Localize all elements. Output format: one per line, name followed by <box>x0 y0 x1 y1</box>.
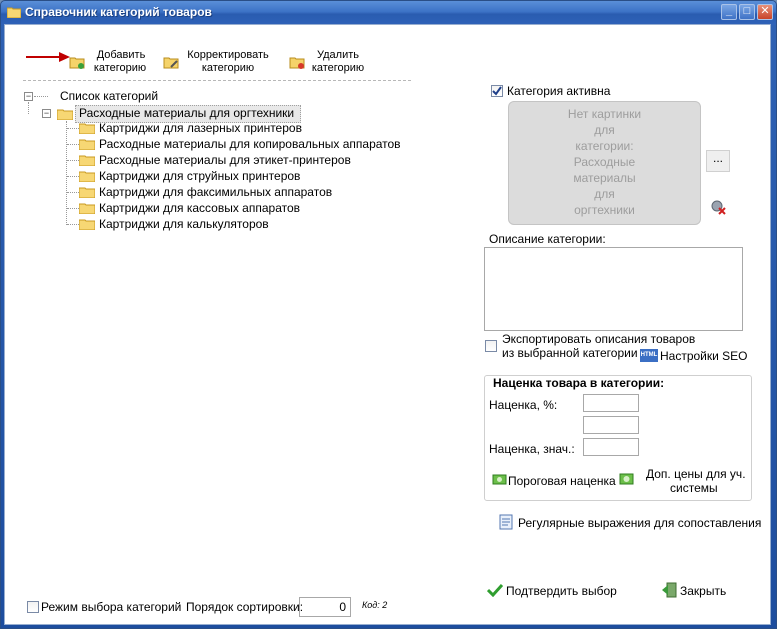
delete-category-button[interactable]: Удалить категорию <box>287 49 371 77</box>
image-text-line: Расходные <box>573 155 636 169</box>
tree-item-label[interactable]: Картриджи для факсимильных аппаратов <box>99 185 332 199</box>
delete-image-icon[interactable] <box>710 199 726 215</box>
extra-prices-label-2: системы <box>670 481 718 495</box>
checkmark-icon <box>492 86 502 96</box>
export-descriptions-label-1: Экспортировать описания товаров <box>502 332 696 346</box>
close-label: Закрыть <box>680 584 727 598</box>
add-category-label-1: Добавить <box>96 49 146 61</box>
folder-delete-icon <box>289 57 305 69</box>
category-image-placeholder[interactable]: Нет картинки для категории: Расходные ма… <box>508 101 701 225</box>
folder-icon <box>79 139 95 150</box>
threshold-markup-label: Пороговая наценка <box>508 474 616 488</box>
tree-connector <box>67 192 79 193</box>
markup-percent-input-2[interactable] <box>583 416 639 434</box>
delete-category-label-1: Удалить <box>317 49 359 61</box>
folder-icon <box>79 203 95 214</box>
tree-connector <box>67 128 79 129</box>
tree-collapse-parent[interactable]: − <box>42 109 51 118</box>
money-icon <box>492 474 507 485</box>
category-active-checkbox[interactable] <box>491 85 503 97</box>
folder-icon <box>79 123 95 134</box>
regex-label: Регулярные выражения для сопоставления <box>518 516 762 530</box>
image-text-line: оргтехники <box>574 203 635 217</box>
image-text-line: материалы <box>573 171 636 185</box>
image-text-line: Нет картинки <box>567 107 642 121</box>
tree-connector <box>67 160 79 161</box>
delete-category-label-2: категорию <box>311 62 365 74</box>
edit-category-label-1: Корректировать <box>187 49 269 61</box>
tree-connector <box>28 102 29 114</box>
tree-connector <box>66 121 67 225</box>
folder-icon <box>79 219 95 230</box>
edit-category-button[interactable]: Корректировать категорию <box>161 49 277 77</box>
tree-connector <box>67 224 79 225</box>
export-descriptions-label-2: из выбранной категории <box>502 346 638 360</box>
arrow-icon <box>26 52 70 62</box>
regex-icon <box>499 514 513 530</box>
markup-value-label: Наценка, знач.: <box>489 442 575 456</box>
title-bar[interactable]: Справочник категорий товаров _ □ ✕ <box>1 1 776 25</box>
check-icon <box>487 583 503 597</box>
window-title: Справочник категорий товаров <box>25 5 212 19</box>
prices-icon <box>619 473 634 485</box>
tree-item-label[interactable]: Расходные материалы для этикет-принтеров <box>99 153 351 167</box>
tree-connector <box>67 144 79 145</box>
image-text-line: для <box>594 123 615 137</box>
tree-item-parent-label[interactable]: Расходные материалы для оргтехники <box>79 106 294 120</box>
image-text-line: для <box>594 187 615 201</box>
folder-add-icon <box>69 57 85 69</box>
extra-prices-label-1: Доп. цены для уч. <box>646 467 746 481</box>
browse-image-button[interactable]: ... <box>706 150 730 172</box>
tree-item-label[interactable]: Картриджи для кассовых аппаратов <box>99 201 300 215</box>
export-descriptions-checkbox[interactable] <box>485 340 497 352</box>
folder-icon <box>57 109 73 120</box>
maximize-button[interactable]: □ <box>739 4 755 20</box>
category-active-label: Категория активна <box>507 84 611 98</box>
folder-icon <box>7 7 21 18</box>
minimize-button[interactable]: _ <box>721 4 737 20</box>
add-category-label-2: категорию <box>93 62 147 74</box>
tree-collapse-root[interactable]: − <box>24 92 33 101</box>
description-label: Описание категории: <box>489 232 606 246</box>
confirm-label: Подтвердить выбор <box>506 584 617 598</box>
tree-root-label[interactable]: Список категорий <box>60 89 158 103</box>
add-category-button[interactable]: Добавить категорию <box>67 49 157 77</box>
description-textarea[interactable] <box>484 247 743 331</box>
sort-order-label: Порядок сортировки: <box>186 600 304 614</box>
folder-icon <box>79 187 95 198</box>
sort-order-input[interactable]: 0 <box>299 597 351 617</box>
tree-item-label[interactable]: Картриджи для струйных принтеров <box>99 169 300 183</box>
image-text-line: категории: <box>575 139 634 153</box>
tree-item-label[interactable]: Расходные материалы для копировальных ап… <box>99 137 401 151</box>
tree-connector <box>34 96 48 97</box>
select-mode-label: Режим выбора категорий <box>41 600 182 614</box>
tree-connector <box>67 208 79 209</box>
seo-settings-button[interactable]: Настройки SEO <box>660 349 748 363</box>
exit-icon <box>662 582 677 598</box>
edit-category-label-2: категорию <box>201 62 255 74</box>
toolbar-separator <box>23 80 411 81</box>
markup-value-input[interactable] <box>583 438 639 456</box>
code-label: Код: 2 <box>362 600 388 610</box>
markup-groupbox-title: Наценка товара в категории: <box>491 376 667 390</box>
folder-edit-icon <box>163 57 179 69</box>
folder-icon <box>79 171 95 182</box>
markup-percent-label: Наценка, %: <box>489 398 558 412</box>
markup-percent-input[interactable] <box>583 394 639 412</box>
client-area: Добавить категорию Корректировать катего… <box>4 24 771 625</box>
tree-item-label[interactable]: Картриджи для калькуляторов <box>99 217 269 231</box>
html-icon: HTML <box>640 349 658 362</box>
folder-icon <box>79 155 95 166</box>
tree-connector <box>67 176 79 177</box>
select-mode-checkbox[interactable] <box>27 601 39 613</box>
tree-item-label[interactable]: Картриджи для лазерных принтеров <box>99 121 302 135</box>
close-window-button[interactable]: ✕ <box>757 4 773 20</box>
